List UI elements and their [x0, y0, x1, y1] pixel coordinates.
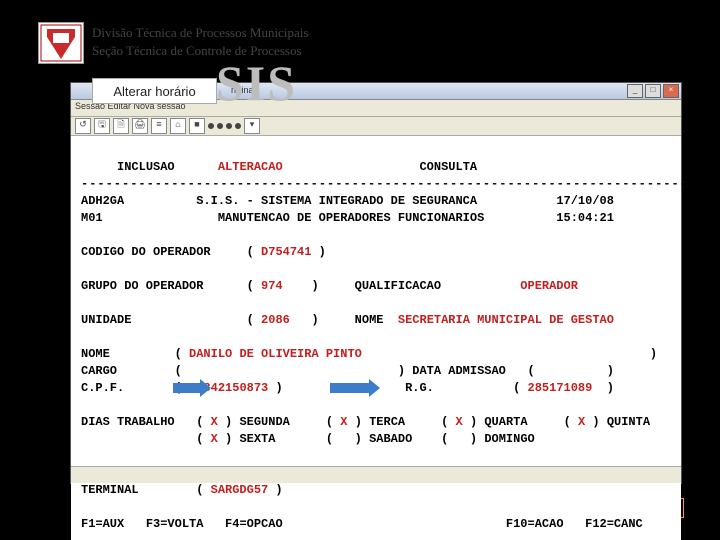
- chk-qui[interactable]: X: [578, 415, 585, 429]
- hdr-m: M01: [81, 211, 103, 225]
- sys-line1: S.I.S. - SISTEMA INTEGRADO DE SEGURANCA: [196, 194, 477, 208]
- crest-logo: [38, 22, 84, 64]
- val-unid[interactable]: 2086: [261, 313, 290, 327]
- chk-sex[interactable]: X: [211, 432, 218, 446]
- toolbar-btn-1[interactable]: 🖫: [94, 118, 110, 134]
- toolbar-dot: [208, 123, 214, 129]
- chk-ter[interactable]: X: [340, 415, 347, 429]
- window-toolbar: ↺ 🖫 🗎 🖨 ≡ ⌂ ■ ▾: [71, 117, 681, 136]
- sys-line2: MANUTENCAO DE OPERADORES FUNCIONARIOS: [218, 211, 484, 225]
- lbl-ter: TERCA: [369, 415, 405, 429]
- lbl-seg: SEGUNDA: [239, 415, 289, 429]
- toolbar-dot: [217, 123, 223, 129]
- lbl-dias: DIAS TRABALHO: [81, 415, 175, 429]
- window-statusbar: [71, 466, 681, 483]
- window-close-button[interactable]: ×: [663, 84, 679, 98]
- lbl-term: TERMINAL: [81, 483, 139, 497]
- window-min-button[interactable]: _: [627, 84, 643, 98]
- toolbar-btn-4[interactable]: ≡: [151, 118, 167, 134]
- toolbar-btn-0[interactable]: ↺: [75, 118, 91, 134]
- lbl-dom: DOMINGO: [484, 432, 534, 446]
- slide-title-tab: Alterar horário: [92, 78, 217, 104]
- sis-watermark: SIS: [216, 58, 297, 108]
- nav-consulta: CONSULTA: [419, 160, 477, 174]
- highlight-arrow-end-time: [330, 383, 370, 393]
- val-nome-sec: SECRETARIA MUNICIPAL DE GESTAO: [398, 313, 614, 327]
- lbl-nome-sec: NOME: [355, 313, 384, 327]
- lbl-qual: QUALIFICACAO: [355, 279, 441, 293]
- lbl-sex: SEXTA: [239, 432, 275, 446]
- f1: F1=AUX: [81, 517, 124, 531]
- val-term[interactable]: SARGDG57: [211, 483, 269, 497]
- date: 17/10/08: [556, 194, 614, 208]
- f12: F12=CANC: [585, 517, 643, 531]
- chk-qua[interactable]: X: [456, 415, 463, 429]
- window-max-button[interactable]: □: [645, 84, 661, 98]
- val-grp[interactable]: 974: [261, 279, 283, 293]
- slide-title-text: Alterar horário: [113, 84, 195, 99]
- toolbar-btn-11[interactable]: ▾: [244, 118, 260, 134]
- nav-inclusao: INCLUSAO: [117, 160, 175, 174]
- toolbar-btn-5[interactable]: ⌂: [170, 118, 186, 134]
- val-cod[interactable]: D754741: [261, 245, 311, 259]
- dash-line: ----------------------------------------…: [81, 177, 704, 191]
- toolbar-btn-2[interactable]: 🗎: [113, 118, 129, 134]
- lbl-grp: GRUPO DO OPERADOR: [81, 279, 203, 293]
- nav-alteracao: ALTERACAO: [218, 160, 283, 174]
- terminal-window: rminal _ □ × Sessão Editar Nova sessão ↺…: [70, 82, 682, 484]
- time: 15:04:21: [556, 211, 614, 225]
- val-qual: OPERADOR: [520, 279, 578, 293]
- toolbar-dot: [226, 123, 232, 129]
- lbl-cod: CODIGO DO OPERADOR: [81, 245, 211, 259]
- lbl-qua: QUARTA: [484, 415, 527, 429]
- lbl-cargo: CARGO: [81, 364, 117, 378]
- hdr-code: ADH2GA: [81, 194, 124, 208]
- lbl-qui: QUINTA: [607, 415, 650, 429]
- highlight-arrow-start-time: [173, 383, 201, 393]
- lbl-rg: R.G.: [405, 381, 434, 395]
- lbl-cpf: C.P.F.: [81, 381, 124, 395]
- dash-line2: ----------------------------------------…: [81, 534, 704, 540]
- org-line1: Divisão Técnica de Processos Municipais: [92, 24, 308, 42]
- f10: F10=ACAO: [506, 517, 564, 531]
- lbl-adm: DATA ADMISSAO: [412, 364, 506, 378]
- f3: F3=VOLTA: [146, 517, 204, 531]
- val-rg[interactable]: 285171089: [528, 381, 593, 395]
- val-nome[interactable]: DANILO DE OLIVEIRA PINTO: [189, 347, 362, 361]
- toolbar-dot: [235, 123, 241, 129]
- f4: F4=OPCAO: [225, 517, 283, 531]
- lbl-nome: NOME: [81, 347, 110, 361]
- lbl-sab: SABADO: [369, 432, 412, 446]
- chk-seg[interactable]: X: [211, 415, 218, 429]
- toolbar-btn-6[interactable]: ■: [189, 118, 205, 134]
- lbl-unid: UNIDADE: [81, 313, 131, 327]
- toolbar-btn-3[interactable]: 🖨: [132, 118, 148, 134]
